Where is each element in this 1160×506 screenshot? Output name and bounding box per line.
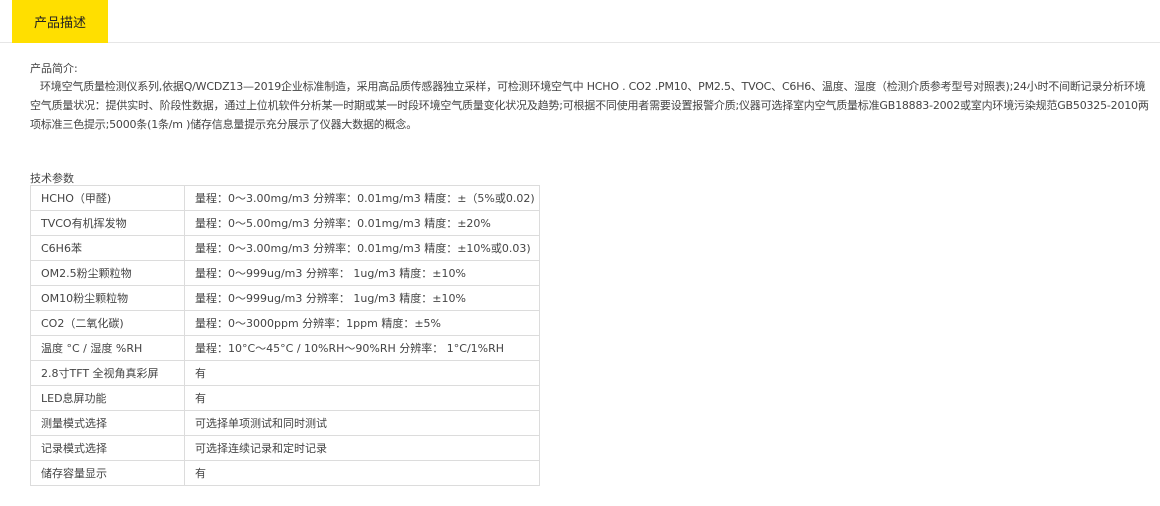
spec-value: 量程：0～3000ppm 分辨率：1ppm 精度：±5%	[184, 310, 540, 336]
intro-heading: 产品简介:	[30, 62, 78, 75]
table-row: LED息屏功能 有	[30, 385, 540, 411]
spec-name: 2.8寸TFT 全视角真彩屏	[30, 360, 185, 386]
spec-name: LED息屏功能	[30, 385, 185, 411]
table-row: 储存容量显示 有	[30, 460, 540, 486]
spec-name: HCHO（甲醛)	[30, 185, 185, 211]
spec-value: 有	[184, 385, 540, 411]
spec-value: 可选择连续记录和定时记录	[184, 435, 540, 461]
spec-value: 量程：10°C～45°C / 10%RH～90%RH 分辨率： 1°C/1%RH	[184, 335, 540, 361]
spec-name: CO2（二氧化碳)	[30, 310, 185, 336]
table-row: 温度 °C / 湿度 %RH 量程：10°C～45°C / 10%RH～90%R…	[30, 335, 540, 361]
spec-value: 量程：0～3.00mg/m3 分辨率：0.01mg/m3 精度：±10%或0.0…	[184, 235, 540, 261]
spec-value: 量程：0～999ug/m3 分辨率： 1ug/m3 精度：±10%	[184, 285, 540, 311]
spec-name: 储存容量显示	[30, 460, 185, 486]
spec-name: OM2.5粉尘颗粒物	[30, 260, 185, 286]
spec-name: TVCO有机挥发物	[30, 210, 185, 236]
spec-name: OM10粉尘颗粒物	[30, 285, 185, 311]
table-row: 记录模式选择 可选择连续记录和定时记录	[30, 435, 540, 461]
spec-name: 测量模式选择	[30, 410, 185, 436]
intro-text: 环境空气质量检测仪系列,依据Q/WCDZ13—2019企业标准制造，采用高品质传…	[30, 80, 1149, 131]
tab-bar: 产品描述	[0, 0, 1160, 43]
spec-name: C6H6苯	[30, 235, 185, 261]
table-row: C6H6苯 量程：0～3.00mg/m3 分辨率：0.01mg/m3 精度：±1…	[30, 235, 540, 261]
spec-name: 记录模式选择	[30, 435, 185, 461]
table-row: OM2.5粉尘颗粒物 量程：0～999ug/m3 分辨率： 1ug/m3 精度：…	[30, 260, 540, 286]
spec-name: 温度 °C / 湿度 %RH	[30, 335, 185, 361]
tab-product-description[interactable]: 产品描述	[12, 0, 108, 43]
table-row: 2.8寸TFT 全视角真彩屏 有	[30, 360, 540, 386]
table-row: TVCO有机挥发物 量程：0～5.00mg/m3 分辨率：0.01mg/m3 精…	[30, 210, 540, 236]
product-intro: 产品简介: 环境空气质量检测仪系列,依据Q/WCDZ13—2019企业标准制造，…	[30, 62, 1155, 134]
spec-value: 量程：0～5.00mg/m3 分辨率：0.01mg/m3 精度：±20%	[184, 210, 540, 236]
table-row: CO2（二氧化碳) 量程：0～3000ppm 分辨率：1ppm 精度：±5%	[30, 310, 540, 336]
spec-value: 可选择单项测试和同时测试	[184, 410, 540, 436]
spec-value: 量程：0～3.00mg/m3 分辨率：0.01mg/m3 精度：±（5%或0.0…	[184, 185, 540, 211]
table-row: 测量模式选择 可选择单项测试和同时测试	[30, 410, 540, 436]
table-row: HCHO（甲醛) 量程：0～3.00mg/m3 分辨率：0.01mg/m3 精度…	[30, 185, 540, 211]
table-row: OM10粉尘颗粒物 量程：0～999ug/m3 分辨率： 1ug/m3 精度：±…	[30, 285, 540, 311]
spec-value: 有	[184, 360, 540, 386]
spec-heading: 技术参数	[30, 172, 74, 185]
spec-table: HCHO（甲醛) 量程：0～3.00mg/m3 分辨率：0.01mg/m3 精度…	[30, 185, 540, 486]
spec-value: 量程：0～999ug/m3 分辨率： 1ug/m3 精度：±10%	[184, 260, 540, 286]
spec-value: 有	[184, 460, 540, 486]
